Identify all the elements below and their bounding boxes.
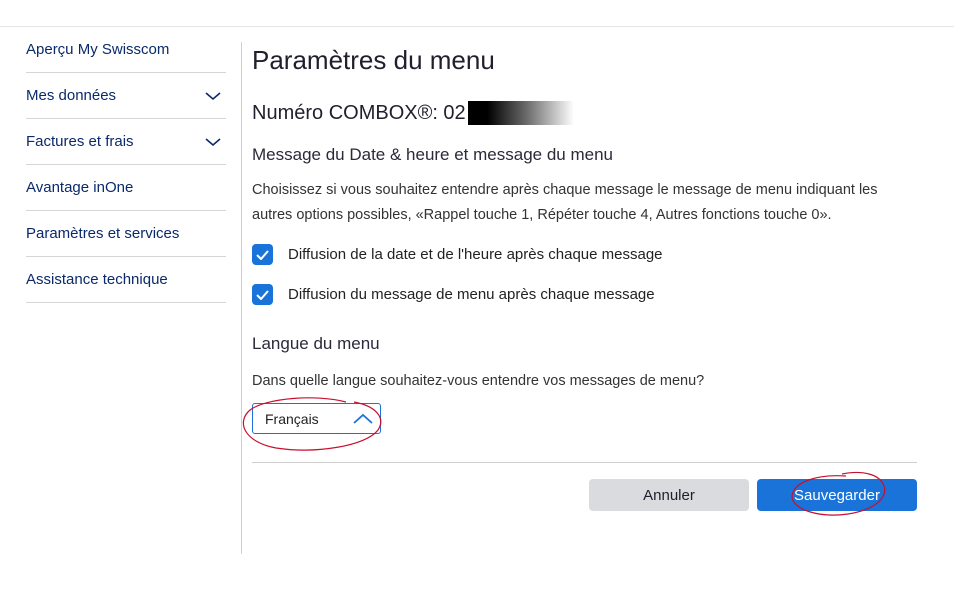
language-question: Dans quelle langue souhaitez-vous entend…: [252, 373, 705, 389]
option-label: Diffusion du message de menu après chaqu…: [288, 286, 655, 303]
sidebar-item-factures[interactable]: Factures et frais: [26, 119, 226, 165]
sidebar-item-avantage-inone[interactable]: Avantage inOne: [26, 165, 226, 211]
sidebar-item-apercu[interactable]: Aperçu My Swisscom: [26, 27, 226, 73]
page-title: Paramètres du menu: [252, 45, 495, 75]
check-icon: [256, 249, 269, 260]
message-section-title: Message du Date & heure et message du me…: [252, 145, 613, 164]
check-icon: [256, 289, 269, 300]
language-select[interactable]: Français: [252, 403, 381, 434]
redacted-number: [467, 101, 574, 125]
combox-label: Numéro COMBOX®: 02: [252, 101, 466, 124]
sidebar-item-assistance[interactable]: Assistance technique: [26, 257, 226, 303]
sidebar-item-label: Avantage inOne: [26, 179, 134, 196]
language-selected-value: Français: [265, 410, 319, 427]
option-menu-message[interactable]: Diffusion du message de menu après chaqu…: [252, 284, 655, 305]
checkbox-menu-message[interactable]: [252, 284, 273, 305]
chevron-up-icon: [353, 413, 373, 424]
chevron-down-icon[interactable]: [204, 90, 222, 102]
message-section-description: Choisissez si vous souhaitez entendre ap…: [252, 182, 878, 223]
sidebar-item-label: Factures et frais: [26, 133, 134, 150]
combox-number: Numéro COMBOX®: 02: [252, 101, 574, 125]
language-section-title: Langue du menu: [252, 334, 380, 353]
vertical-divider: [241, 42, 242, 554]
actions-divider: [252, 462, 917, 463]
chevron-down-icon[interactable]: [204, 136, 222, 148]
sidebar-nav: Aperçu My Swisscom Mes données Factures …: [26, 27, 226, 303]
checkbox-date-time[interactable]: [252, 244, 273, 265]
sidebar-item-label: Mes données: [26, 87, 117, 104]
option-label: Diffusion de la date et de l'heure après…: [288, 246, 663, 263]
option-date-time[interactable]: Diffusion de la date et de l'heure après…: [252, 244, 663, 265]
sidebar-item-label: Aperçu My Swisscom: [26, 41, 170, 58]
sidebar-item-label: Paramètres et services: [26, 225, 180, 242]
sidebar-item-parametres-services[interactable]: Paramètres et services: [26, 211, 226, 257]
cancel-button[interactable]: Annuler: [589, 479, 749, 511]
sidebar-item-mes-donnees[interactable]: Mes données: [26, 73, 226, 119]
sidebar-item-label: Assistance technique: [26, 271, 168, 288]
save-button[interactable]: Sauvegarder: [757, 479, 917, 511]
